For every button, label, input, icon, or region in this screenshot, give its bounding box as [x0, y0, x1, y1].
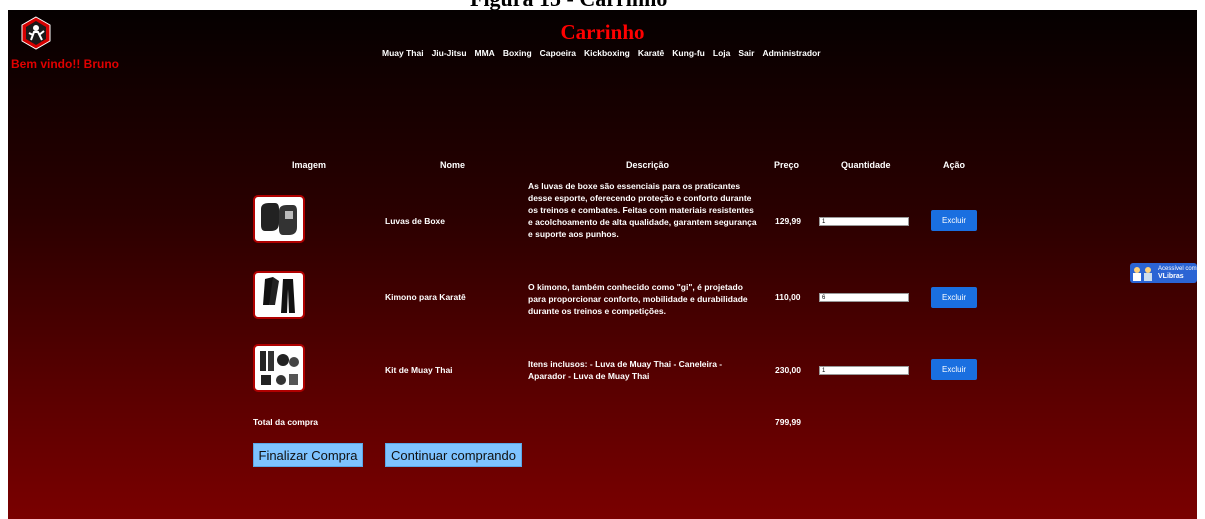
app-window: Bem vindo!! Bruno Carrinho Muay Thai Jiu…: [8, 10, 1197, 519]
nav-item-boxing[interactable]: Boxing: [503, 48, 532, 58]
product-name: Kimono para Karatê: [385, 292, 466, 302]
nav-item-kickboxing[interactable]: Kickboxing: [584, 48, 630, 58]
header-descricao: Descrição: [626, 160, 670, 170]
excluir-button[interactable]: Excluir: [931, 287, 977, 308]
kit-icon: [260, 351, 299, 385]
header-imagem: Imagem: [292, 160, 327, 170]
vlibras-icon: [1133, 267, 1152, 281]
header-nome: Nome: [440, 160, 466, 170]
product-description: As luvas de boxe são essenciais para os …: [528, 181, 757, 239]
quantity-input[interactable]: 6: [819, 293, 909, 302]
vlibras-line2: VLibras: [1158, 273, 1184, 280]
nav-item-loja[interactable]: Loja: [713, 48, 730, 58]
document-caption-text: Figura 15 - Carrinho: [470, 0, 667, 10]
nav-item-capoeira[interactable]: Capoeira: [540, 48, 576, 58]
total-label: Total da compra: [253, 417, 319, 427]
total-value: 799,99: [775, 417, 801, 427]
continuar-comprando-button[interactable]: Continuar comprando: [385, 443, 522, 467]
page-title: Carrinho: [560, 20, 645, 44]
nav-item-jiu-jitsu[interactable]: Jiu-Jitsu: [432, 48, 467, 58]
welcome-text: Bem vindo!! Bruno: [11, 57, 119, 71]
vlibras-widget[interactable]: Acessível com VLibras: [1130, 263, 1197, 283]
nav-item-kung-fu[interactable]: Kung-fu: [672, 48, 705, 58]
kimono-icon: [263, 277, 295, 313]
header-preco: Preço: [774, 160, 800, 170]
gloves-icon: [261, 203, 297, 235]
product-price: 230,00: [775, 365, 801, 375]
document-caption: Figura 15 - Carrinho: [0, 0, 1205, 10]
product-image-kimono: [253, 271, 305, 319]
product-name: Kit de Muay Thai: [385, 365, 453, 375]
main-nav: Muay Thai Jiu-Jitsu MMA Boxing Capoeira …: [382, 48, 829, 58]
nav-item-mma[interactable]: MMA: [475, 48, 495, 58]
product-price: 110,00: [775, 292, 801, 302]
nav-item-karate[interactable]: Karatê: [638, 48, 664, 58]
nav-item-muay-thai[interactable]: Muay Thai: [382, 48, 424, 58]
product-price: 129,99: [775, 216, 801, 226]
product-image-luvas: [253, 195, 305, 243]
product-description: Itens inclusos: - Luva de Muay Thai - Ca…: [528, 359, 723, 381]
excluir-button[interactable]: Excluir: [931, 210, 977, 231]
nav-item-administrador[interactable]: Administrador: [762, 48, 820, 58]
quantity-input[interactable]: 1: [819, 366, 909, 375]
vlibras-line1: Acessível com: [1158, 266, 1197, 272]
product-image-kit-muay-thai: [253, 344, 305, 392]
header-acao: Ação: [943, 160, 966, 170]
quantity-input[interactable]: 1: [819, 217, 909, 226]
excluir-button[interactable]: Excluir: [931, 359, 977, 380]
nav-item-sair[interactable]: Sair: [738, 48, 754, 58]
finalizar-compra-button[interactable]: Finalizar Compra: [253, 443, 363, 467]
header-quantidade: Quantidade: [841, 160, 891, 170]
product-description: O kimono, também conhecido como "gi", é …: [528, 282, 748, 316]
product-name: Luvas de Boxe: [385, 216, 445, 226]
